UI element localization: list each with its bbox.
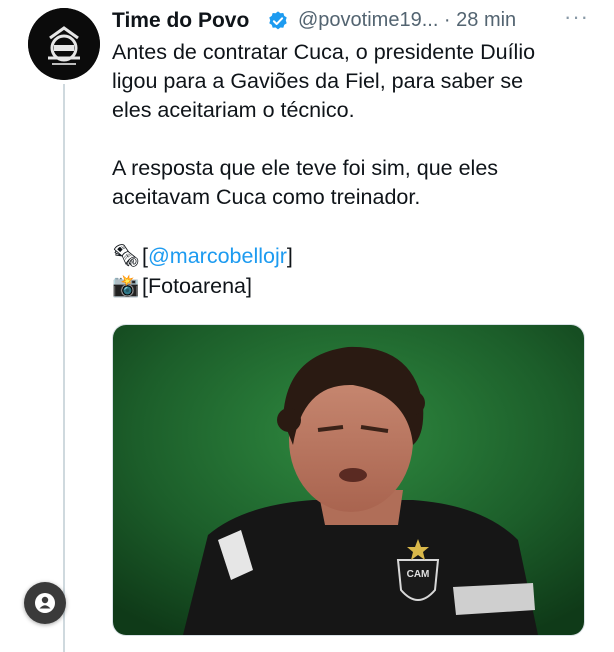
tweet-photo[interactable]: CAM: [112, 324, 585, 636]
handle-and-time[interactable]: @povotime19... · 28 min: [298, 9, 516, 32]
credit-line-reporter: 🗞[@marcobellojr]: [112, 243, 293, 268]
newspaper-icon: 🗞: [112, 243, 140, 268]
text-line: ligou para a Gaviões da Fiel, para saber…: [112, 69, 524, 93]
club-crest-icon: [28, 8, 100, 80]
display-name[interactable]: Time do Povo: [112, 9, 249, 33]
verified-badge-icon: [269, 11, 287, 30]
profile-avatar[interactable]: [28, 8, 100, 80]
credit-line-photo: 📸 [Fotoarena]: [112, 273, 252, 298]
text-line: eles aceitariam o técnico.: [112, 98, 355, 122]
camera-flash-icon: 📸: [112, 273, 140, 298]
user-icon: [35, 593, 55, 613]
text-line: Antes de contratar Cuca, o presidente Du…: [112, 40, 536, 64]
text-line: A resposta que ele teve foi sim, que ele…: [112, 156, 499, 180]
tweet-header: Time do Povo @povotime19... · 28 min ···: [112, 4, 607, 34]
tweet-text: Antes de contratar Cuca, o presidente Du…: [112, 38, 592, 301]
text-line: aceitavam Cuca como treinador.: [112, 185, 421, 209]
mention-link[interactable]: @marcobellojr: [148, 244, 287, 268]
coach-photo: CAM: [113, 325, 584, 635]
floating-user-button[interactable]: [24, 582, 66, 624]
thread-line: [63, 84, 65, 652]
crest-text: CAM: [407, 569, 430, 580]
more-options-icon[interactable]: ···: [564, 4, 589, 30]
